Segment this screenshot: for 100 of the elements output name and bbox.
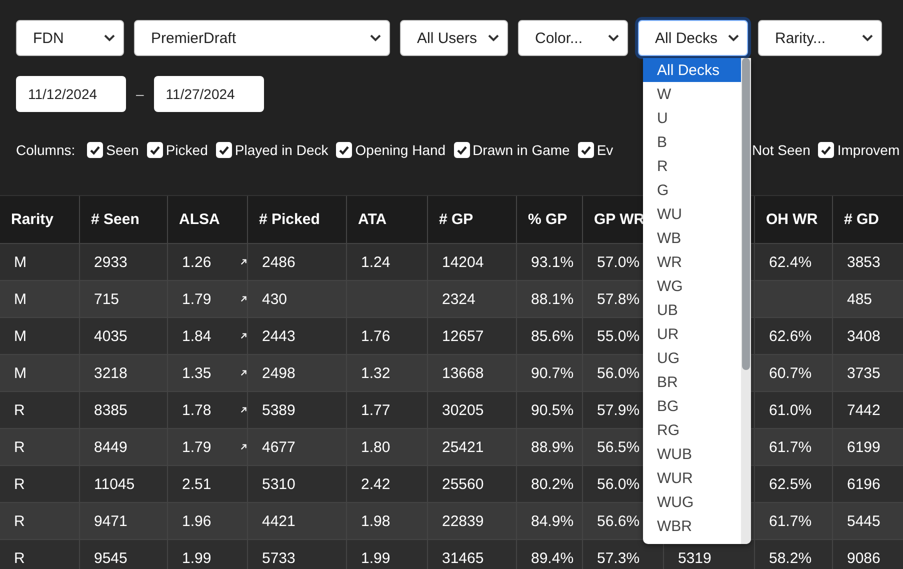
checkbox[interactable] bbox=[87, 142, 104, 158]
dropdown-option[interactable]: WUG bbox=[643, 490, 741, 514]
column-header[interactable]: ATA bbox=[358, 211, 387, 228]
table-cell: 88.9% bbox=[531, 438, 574, 456]
table-cell: 62.6% bbox=[769, 328, 812, 344]
table-cell: 25421 bbox=[442, 438, 484, 456]
column-header[interactable]: GP WR bbox=[594, 211, 645, 228]
checkbox-label: Drawn in Game bbox=[472, 142, 570, 158]
table-cell: 2443 bbox=[262, 328, 296, 344]
dropdown-option[interactable]: BG bbox=[643, 394, 741, 418]
table-cell: 62.5% bbox=[769, 476, 812, 492]
column-header[interactable]: # Seen bbox=[91, 211, 140, 228]
caret-icon bbox=[488, 34, 499, 42]
table-cell: 4677 bbox=[262, 438, 296, 456]
table-cell: 1.80 bbox=[361, 438, 390, 456]
dropdown-option[interactable]: RG bbox=[643, 418, 741, 442]
table-cell: 60.7% bbox=[769, 364, 812, 382]
table-cell: R bbox=[14, 512, 25, 530]
filter-select[interactable]: PremierDraft bbox=[134, 20, 390, 56]
start-date-field[interactable]: 11/12/2024 bbox=[16, 76, 126, 112]
table-cell: 90.5% bbox=[531, 402, 574, 418]
table-cell: 57.0% bbox=[597, 254, 640, 270]
dropdown-option[interactable]: UR bbox=[643, 322, 741, 346]
checkbox[interactable] bbox=[454, 142, 470, 158]
table-cell: 1.77 bbox=[361, 402, 390, 418]
dropdown-option[interactable]: UB bbox=[643, 298, 741, 322]
table-cell: 4035 bbox=[94, 328, 128, 344]
table-cell: 9471 bbox=[94, 512, 128, 530]
table-cell: 55.0% bbox=[597, 328, 640, 344]
checkbox[interactable] bbox=[146, 142, 163, 158]
table-cell-text: 1.78 bbox=[182, 402, 212, 418]
table-cell-text: 1.26 bbox=[182, 254, 212, 270]
table-cell: 80.2% bbox=[531, 476, 574, 492]
column-header[interactable]: OH WR bbox=[766, 211, 818, 228]
table-cell: 89.4% bbox=[531, 550, 574, 566]
column-header[interactable]: # Picked bbox=[259, 211, 320, 228]
filter-select[interactable]: Color... bbox=[518, 20, 628, 56]
checkbox[interactable] bbox=[336, 142, 352, 158]
dropdown-option[interactable]: WU bbox=[643, 202, 741, 226]
filter-select[interactable]: All Decks bbox=[638, 20, 748, 56]
dropdown-option[interactable]: WUB bbox=[643, 442, 741, 466]
dropdown-option[interactable]: BR bbox=[643, 370, 741, 394]
table-cell: 93.1% bbox=[531, 254, 574, 270]
table-cell: 61.7% bbox=[769, 512, 812, 530]
column-header[interactable]: ALSA bbox=[179, 211, 220, 228]
table-cell: 6196 bbox=[847, 476, 880, 492]
table-cell: 3735 bbox=[847, 364, 880, 382]
table-cell: 22839 bbox=[442, 512, 484, 530]
table-cell: 57.9% bbox=[597, 402, 640, 418]
table-cell: R bbox=[14, 476, 25, 492]
dropdown-option[interactable]: B bbox=[643, 130, 741, 154]
table-cell: M bbox=[14, 254, 26, 270]
table-cell: R bbox=[14, 550, 25, 566]
table-cell: 57.3% bbox=[597, 550, 640, 566]
dropdown-option[interactable]: WR bbox=[643, 250, 741, 274]
table-cell: 90.7% bbox=[531, 364, 574, 382]
table-cell: 7442 bbox=[847, 402, 880, 418]
checkbox-label: Picked bbox=[166, 142, 208, 158]
scrollbar-thumb[interactable] bbox=[742, 58, 750, 370]
table-cell: 61.0% bbox=[769, 402, 812, 418]
table-cell: 13668 bbox=[442, 364, 484, 382]
table-cell: 12657 bbox=[442, 328, 484, 344]
dropdown-option[interactable]: W bbox=[643, 82, 741, 106]
table-cell: 56.0% bbox=[597, 364, 640, 382]
dropdown-option[interactable]: R bbox=[643, 154, 741, 178]
dropdown-option[interactable]: WG bbox=[643, 274, 741, 298]
filter-select[interactable]: All Users bbox=[400, 20, 508, 56]
table-cell: 2.42 bbox=[361, 476, 390, 492]
dropdown-option[interactable]: WB bbox=[643, 226, 741, 250]
checkbox[interactable] bbox=[216, 142, 232, 158]
dropdown-option[interactable]: G bbox=[643, 178, 741, 202]
dropdown-option[interactable]: WUR bbox=[643, 466, 741, 490]
table-cell: 8449 bbox=[94, 438, 128, 456]
dropdown-option[interactable]: All Decks bbox=[643, 58, 741, 82]
dropdown-option[interactable]: UG bbox=[643, 346, 741, 370]
table-cell: R bbox=[14, 438, 25, 456]
table-cell: 11045 bbox=[94, 476, 135, 492]
dropdown-option[interactable]: WBR bbox=[643, 514, 741, 538]
checkbox[interactable] bbox=[818, 142, 834, 158]
table-cell: 4421 bbox=[262, 512, 296, 530]
table-cell: 56.0% bbox=[597, 476, 640, 492]
column-header[interactable]: # GP bbox=[439, 211, 474, 228]
column-header[interactable]: % GP bbox=[528, 211, 568, 228]
checkbox[interactable] bbox=[578, 142, 594, 158]
column-header[interactable]: # GD bbox=[844, 211, 880, 228]
filter-select[interactable]: FDN bbox=[16, 20, 124, 56]
table-cell: 14204 bbox=[442, 254, 484, 270]
column-header[interactable]: Rarity bbox=[11, 211, 54, 228]
end-date-field[interactable]: 11/27/2024 bbox=[154, 76, 264, 112]
table-cell-text: 1.96 bbox=[182, 512, 212, 530]
table-cell: 1.98 bbox=[361, 512, 390, 530]
table-cell: 5389 bbox=[262, 402, 296, 418]
table-cell: 2324 bbox=[442, 290, 476, 308]
table-cell: 56.5% bbox=[597, 438, 640, 456]
date-separator: – bbox=[136, 86, 144, 102]
dropdown-option[interactable]: U bbox=[643, 106, 741, 130]
table-cell-text: 1.79 bbox=[182, 438, 212, 456]
table-cell: R bbox=[14, 402, 25, 418]
table-cell: 61.7% bbox=[769, 438, 812, 456]
filter-select[interactable]: Rarity... bbox=[758, 20, 882, 56]
